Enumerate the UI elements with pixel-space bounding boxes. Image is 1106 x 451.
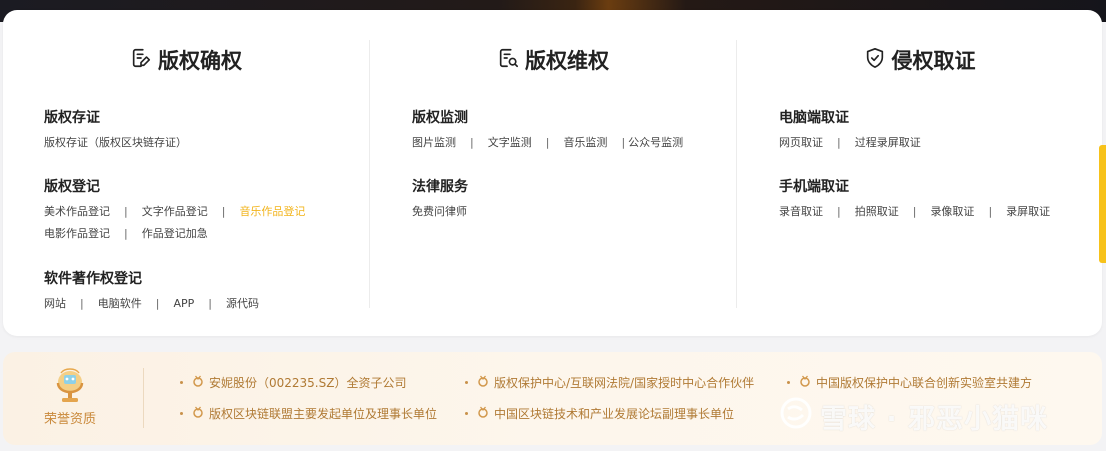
link-text-monitoring[interactable]: 文字监测	[488, 135, 532, 150]
honor-item: 版权区块链联盟主要发起单位及理事长单位	[180, 405, 437, 422]
group-copyright-monitoring: 版权监测 图片监测 | 文字监测 | 音乐监测 | 公众号监测	[412, 110, 684, 150]
side-scroll-indicator[interactable]	[1099, 145, 1106, 263]
link-audio-evidence[interactable]: 录音取证	[779, 204, 823, 219]
trophy-icon	[35, 366, 105, 406]
group-pc-evidence: 电脑端取证 网页取证 | 过程录屏取证	[779, 110, 921, 150]
group-copyright-deposit: 版权存证 版权存证（版权区块链存证）	[44, 110, 187, 150]
link-free-lawyer[interactable]: 免费问律师	[412, 204, 467, 219]
link-webpage-evidence[interactable]: 网页取证	[779, 135, 823, 150]
certificate-edit-icon	[130, 47, 158, 74]
honor-item: 中国版权保护中心联合创新实验室共建方	[787, 374, 1032, 391]
link-screen-record-evidence[interactable]: 录屏取证	[1006, 204, 1050, 219]
medal-icon	[192, 406, 209, 421]
medal-icon	[799, 375, 816, 390]
link-music-registration[interactable]: 音乐作品登记	[239, 204, 305, 219]
medal-icon	[477, 406, 494, 421]
column-title: 版权维权	[370, 42, 736, 78]
bullet-dot	[180, 412, 183, 415]
divider	[143, 368, 144, 428]
honor-item: 安妮股份（002235.SZ）全资子公司	[180, 374, 406, 391]
link-video-evidence[interactable]: 录像取证	[930, 204, 974, 219]
medal-icon	[477, 375, 494, 390]
link-copyright-deposit-blockchain[interactable]: 版权存证（版权区块链存证）	[44, 135, 187, 150]
link-expedited-registration[interactable]: 作品登记加急	[142, 226, 208, 241]
bullet-dot	[465, 412, 468, 415]
column-infringement-evidence: 侵权取证 电脑端取证 网页取证 | 过程录屏取证 手机端取证 录音取证 | 拍照取证 | 录…	[736, 40, 1102, 308]
column-title: 版权确权	[3, 42, 369, 78]
link-image-monitoring[interactable]: 图片监测	[412, 135, 456, 150]
document-check-icon	[497, 47, 525, 74]
snowball-logo-icon	[778, 395, 820, 438]
bullet-dot	[465, 381, 468, 384]
column-copyright-protection: 版权维权 版权监测 图片监测 | 文字监测 | 音乐监测 | 公众号监测 法律服务 免费问律…	[369, 40, 736, 308]
honor-item: 版权保护中心/互联网法院/国家授时中心合作伙伴	[465, 374, 754, 391]
link-wechat-monitoring[interactable]: 公众号监测	[628, 135, 683, 150]
honor-item: 中国区块链技术和产业发展论坛副理事长单位	[465, 405, 734, 422]
honor-badge: 荣誉资质	[35, 366, 105, 436]
link-computer-software[interactable]: 电脑软件	[98, 296, 142, 311]
shield-check-icon	[864, 47, 892, 74]
honor-label: 荣誉资质	[43, 412, 96, 427]
link-screen-recording-process[interactable]: 过程录屏取证	[855, 135, 921, 150]
group-mobile-evidence: 手机端取证 录音取证 | 拍照取证 | 录像取证 | 录屏取证	[779, 179, 1051, 219]
column-title: 侵权取证	[737, 42, 1102, 78]
link-art-registration[interactable]: 美术作品登记	[44, 204, 110, 219]
medal-icon	[192, 375, 209, 390]
link-app[interactable]: APP	[173, 296, 194, 311]
link-website[interactable]: 网站	[44, 296, 66, 311]
link-photo-evidence[interactable]: 拍照取证	[855, 204, 899, 219]
link-film-registration[interactable]: 电影作品登记	[44, 226, 110, 241]
group-legal-services: 法律服务 免费问律师	[412, 179, 468, 219]
service-menu-card: 版权确权 版权存证 版权存证（版权区块链存证） 版权登记 美术作品登记 | 文字作品…	[3, 10, 1102, 336]
watermark: 雪球 · 邪恶小猫咪	[778, 394, 1048, 438]
link-music-monitoring[interactable]: 音乐监测	[563, 135, 607, 150]
link-text-registration[interactable]: 文字作品登记	[142, 204, 208, 219]
bullet-dot	[180, 381, 183, 384]
group-software-copyright: 软件著作权登记 网站 | 电脑软件 | APP | 源代码	[44, 271, 259, 311]
group-copyright-registration: 版权登记 美术作品登记 | 文字作品登记 | 音乐作品登记 电影作品登记 | 作品登记加急	[44, 179, 306, 241]
bullet-dot	[787, 381, 790, 384]
column-copyright-confirmation: 版权确权 版权存证 版权存证（版权区块链存证） 版权登记 美术作品登记 | 文字作品…	[3, 40, 369, 311]
link-source-code[interactable]: 源代码	[226, 296, 259, 311]
